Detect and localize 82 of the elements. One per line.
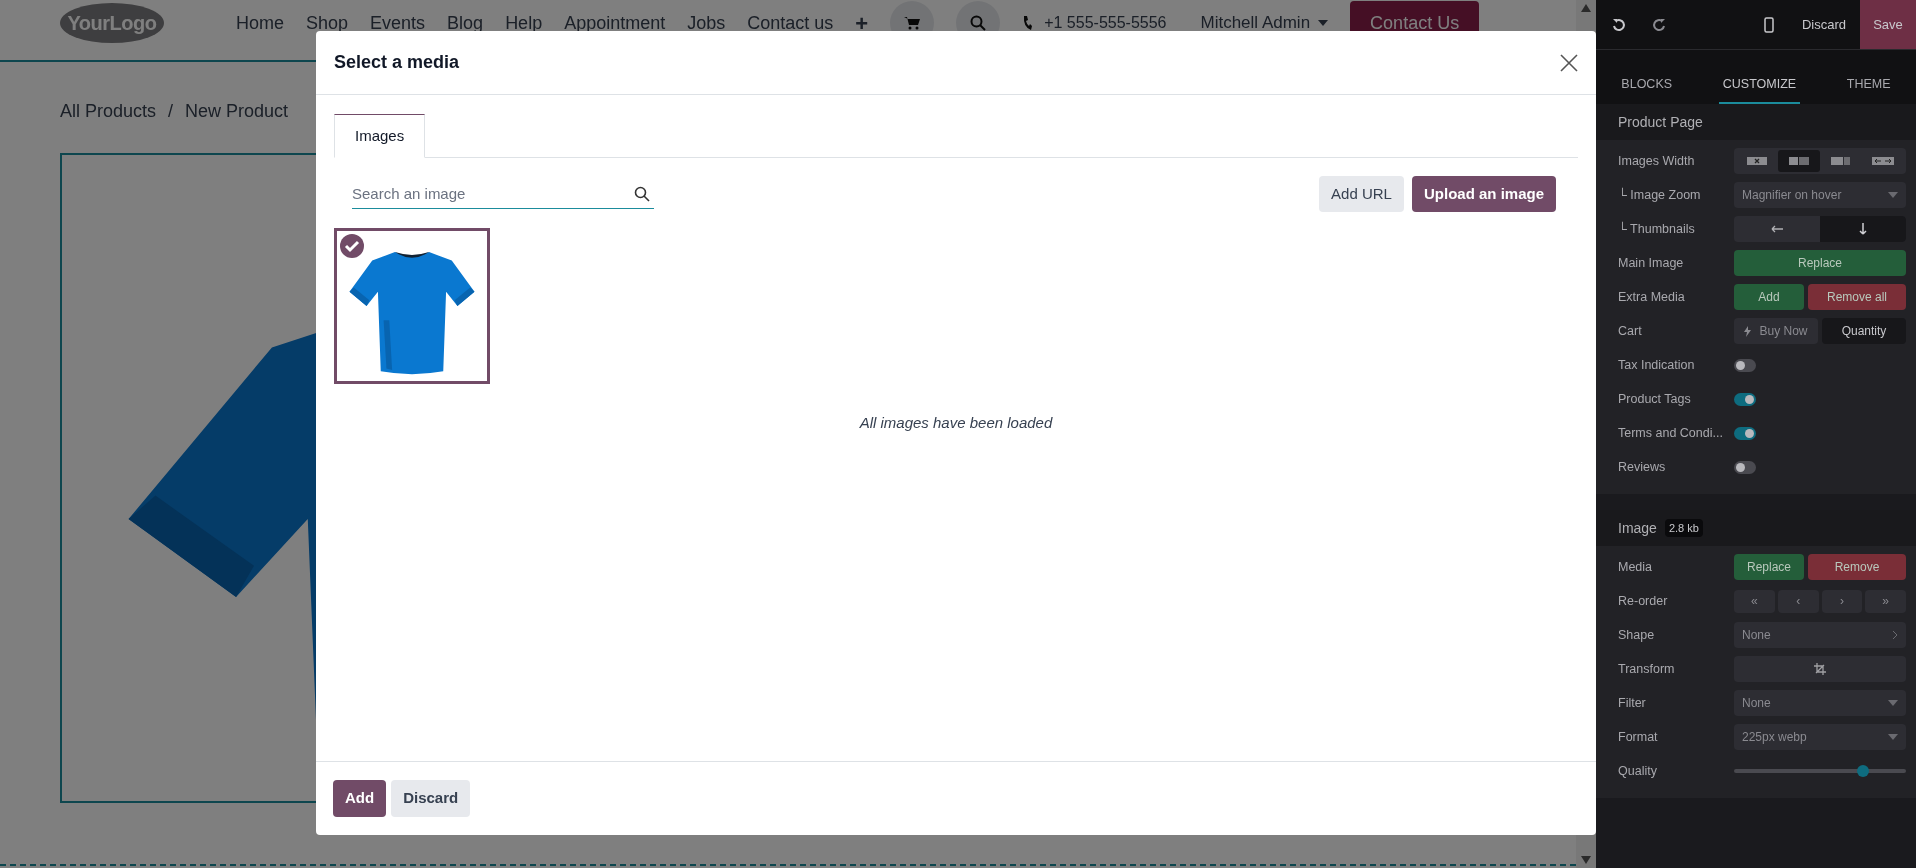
logo[interactable]: YourLogo xyxy=(60,3,164,43)
arrow-down-icon xyxy=(1859,222,1867,236)
option-label: Reviews xyxy=(1618,458,1667,476)
thumbnail-option[interactable] xyxy=(1820,216,1906,242)
option-label: Format xyxy=(1618,728,1659,746)
close-icon[interactable] xyxy=(1560,53,1578,72)
breadcrumb-item[interactable]: All Products xyxy=(60,98,157,125)
option-label: Transform xyxy=(1618,660,1676,678)
select-field[interactable]: Magnifier on hover xyxy=(1734,182,1906,208)
toggle-switch[interactable] xyxy=(1734,392,1756,406)
option-label: Shape xyxy=(1618,626,1656,644)
select-value: Magnifier on hover xyxy=(1742,187,1842,204)
caret-down-icon xyxy=(1888,700,1898,706)
action-button[interactable]: Replace xyxy=(1734,250,1906,276)
user-menu[interactable]: Mitchell Admin xyxy=(1200,10,1329,36)
mobile-icon[interactable] xyxy=(1763,16,1774,33)
editor-tab[interactable]: THEME xyxy=(1842,75,1895,104)
slider-thumb[interactable] xyxy=(1857,765,1869,777)
option-label: └ Thumbnails xyxy=(1618,220,1696,238)
dialog-action-button[interactable]: Add URL xyxy=(1319,176,1404,212)
arrows-icon xyxy=(1871,156,1896,166)
option-label: Cart xyxy=(1618,322,1643,340)
search-icon xyxy=(970,15,987,31)
select-value: 225px webp xyxy=(1742,729,1807,746)
option-label: Re-order xyxy=(1618,592,1669,610)
option-label: Main Image xyxy=(1618,254,1685,272)
option-label: Media xyxy=(1618,558,1654,576)
width-option[interactable] xyxy=(1778,150,1820,172)
breadcrumb-separator: / xyxy=(168,100,174,123)
toggle-switch[interactable] xyxy=(1734,460,1756,474)
select-field[interactable]: 225px webp xyxy=(1734,724,1906,750)
arrow-left-icon xyxy=(1770,225,1784,233)
select-value: None xyxy=(1742,695,1771,712)
toggle-switch[interactable] xyxy=(1734,358,1756,372)
editor-tab[interactable]: BLOCKS xyxy=(1617,75,1677,104)
phone-icon xyxy=(1022,15,1033,31)
action-button[interactable]: Remove all xyxy=(1808,284,1906,310)
section-title: Image xyxy=(1618,518,1657,538)
option-label: Tax Indication xyxy=(1618,356,1696,374)
scroll-down-icon[interactable] xyxy=(1581,856,1591,864)
option-label: └ Image Zoom xyxy=(1618,186,1702,204)
close-icon xyxy=(1744,156,1769,166)
section-title: Product Page xyxy=(1618,112,1703,132)
caret-down-icon xyxy=(1318,20,1329,26)
redo-icon[interactable] xyxy=(1652,17,1666,32)
dialog-tab[interactable]: Images xyxy=(334,114,426,158)
load-status: All images have been loaded xyxy=(859,413,1053,433)
select-value: None xyxy=(1742,627,1771,644)
select-field[interactable]: None xyxy=(1734,690,1906,716)
reorder-button[interactable]: › xyxy=(1821,589,1863,613)
nav-link[interactable]: Home xyxy=(236,9,284,37)
cart-icon xyxy=(904,16,921,30)
option-label: Product Tags xyxy=(1618,390,1692,408)
dialog-action-button[interactable]: Upload an image xyxy=(1411,176,1556,212)
option-label: Terms and Condi... xyxy=(1618,424,1724,442)
dialog-title: Select a media xyxy=(334,51,460,74)
option-label: Images Width xyxy=(1618,152,1696,170)
cart-option[interactable]: Quantity xyxy=(1822,318,1906,344)
phone-number: +1 555-555-5556 xyxy=(1044,13,1167,33)
size-badge: 2.8 kb xyxy=(1664,518,1703,538)
chevron-right-icon xyxy=(1892,630,1898,640)
crop-icon xyxy=(1814,663,1826,675)
cart-option[interactable]: Buy Now xyxy=(1734,318,1818,344)
reorder-button[interactable]: « xyxy=(1734,589,1775,613)
scroll-up-icon[interactable] xyxy=(1581,4,1591,12)
caret-down-icon xyxy=(1888,192,1898,198)
caret-down-icon xyxy=(1888,734,1898,740)
option-label: Quality xyxy=(1618,762,1658,780)
discard-button[interactable]: Discard xyxy=(1801,14,1846,35)
toggle-switch[interactable] xyxy=(1734,426,1756,440)
breadcrumb-item[interactable]: New Product xyxy=(185,98,289,125)
option-label: Filter xyxy=(1618,694,1647,712)
option-label: Extra Media xyxy=(1618,288,1686,306)
action-button[interactable]: Replace xyxy=(1734,554,1804,580)
action-button[interactable]: Add xyxy=(1734,284,1804,310)
columns-icon xyxy=(1786,156,1811,166)
undo-icon[interactable] xyxy=(1612,17,1626,32)
select-field[interactable]: None xyxy=(1734,622,1906,648)
save-button[interactable]: Save xyxy=(1860,0,1916,49)
reorder-button[interactable]: ‹ xyxy=(1777,589,1819,613)
action-button[interactable]: Remove xyxy=(1808,554,1906,580)
reorder-button[interactable]: » xyxy=(1865,589,1906,613)
